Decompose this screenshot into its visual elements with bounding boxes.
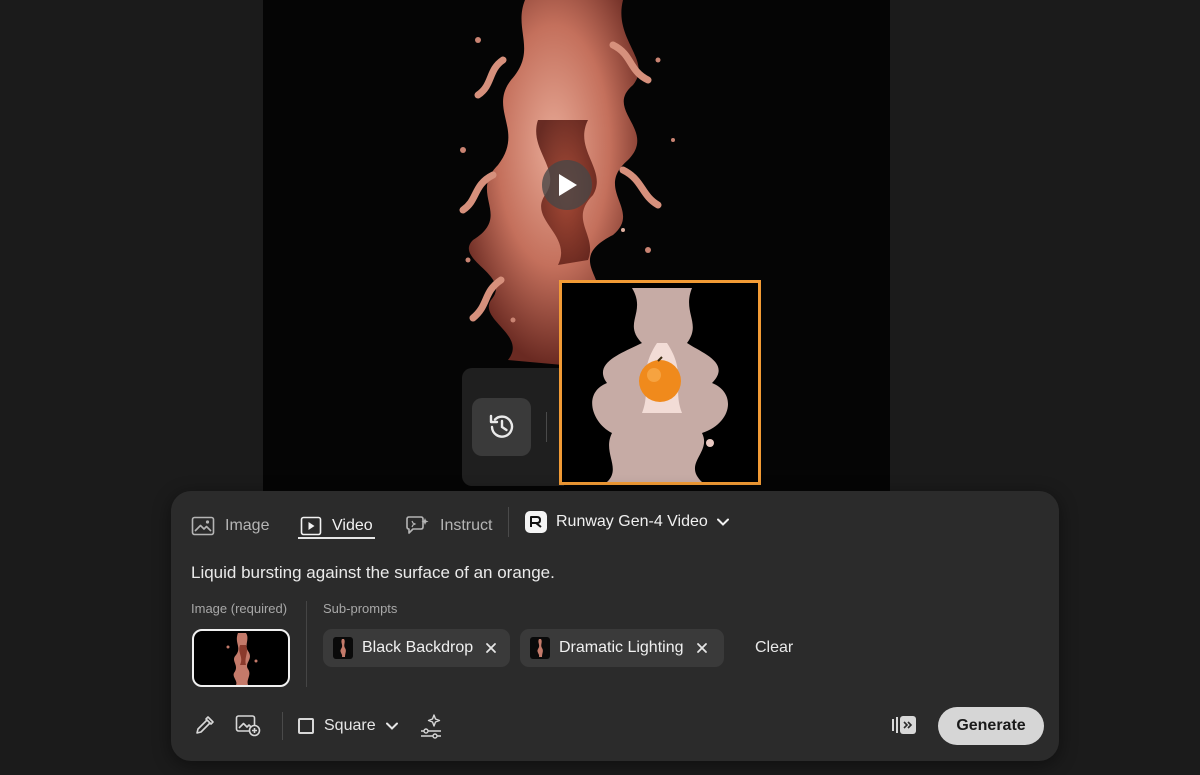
reference-image-thumbnail bbox=[226, 633, 258, 685]
reference-image-slot[interactable] bbox=[192, 629, 290, 687]
play-button[interactable] bbox=[542, 160, 592, 210]
close-icon bbox=[696, 643, 707, 653]
remove-subprompt-button[interactable] bbox=[485, 642, 497, 654]
square-aspect-icon bbox=[298, 718, 314, 734]
image-required-label: Image (required) bbox=[191, 601, 288, 616]
toolbar-divider bbox=[282, 712, 283, 740]
effects-button[interactable] bbox=[418, 713, 444, 739]
model-select[interactable]: Runway Gen-4 Video bbox=[525, 511, 729, 533]
eyedropper-button[interactable] bbox=[193, 713, 217, 737]
subprompt-chip[interactable]: Dramatic Lighting bbox=[520, 629, 724, 667]
play-icon bbox=[559, 174, 577, 196]
section-divider bbox=[306, 601, 307, 687]
orange-splash-thumbnail bbox=[592, 288, 729, 482]
tab-video-label: Video bbox=[332, 517, 373, 534]
aspect-ratio-select[interactable]: Square bbox=[298, 715, 398, 737]
add-image-button[interactable] bbox=[235, 713, 261, 737]
subprompt-chip-label: Black Backdrop bbox=[362, 639, 474, 656]
runway-logo-icon bbox=[525, 511, 547, 533]
sparkle-settings-icon bbox=[421, 714, 441, 739]
prompt-panel: Image Video Instruct Runway Gen-4 Video … bbox=[171, 491, 1059, 761]
video-icon bbox=[300, 516, 322, 536]
chevron-down-icon bbox=[385, 722, 398, 730]
tabs-divider bbox=[508, 507, 509, 537]
variations-button[interactable] bbox=[891, 713, 919, 737]
tab-image-label: Image bbox=[225, 517, 270, 534]
aspect-ratio-label: Square bbox=[324, 717, 376, 734]
image-icon bbox=[191, 516, 215, 536]
remove-subprompt-button[interactable] bbox=[696, 642, 708, 654]
active-tab-indicator bbox=[298, 537, 375, 539]
subprompts-label: Sub-prompts bbox=[323, 601, 398, 616]
eyedropper-icon bbox=[196, 716, 214, 734]
image-add-icon bbox=[235, 715, 261, 737]
chip-thumbnail bbox=[333, 637, 353, 659]
chevron-down-icon bbox=[716, 518, 729, 526]
model-select-label: Runway Gen-4 Video bbox=[556, 513, 708, 530]
tray-divider bbox=[546, 412, 547, 442]
clear-subprompts-button[interactable]: Clear bbox=[755, 639, 793, 657]
subprompt-chip-label: Dramatic Lighting bbox=[559, 639, 684, 656]
history-icon bbox=[489, 414, 513, 438]
subprompt-chip[interactable]: Black Backdrop bbox=[323, 629, 510, 667]
variations-icon bbox=[892, 716, 916, 734]
generate-button[interactable]: Generate bbox=[938, 707, 1044, 745]
tab-instruct[interactable]: Instruct bbox=[404, 511, 492, 541]
history-button[interactable] bbox=[472, 398, 531, 456]
instruct-icon bbox=[406, 516, 429, 534]
tab-image[interactable]: Image bbox=[191, 511, 269, 541]
close-icon bbox=[486, 643, 497, 653]
tab-instruct-label: Instruct bbox=[440, 517, 493, 534]
prompt-input[interactable]: Liquid bursting against the surface of a… bbox=[191, 563, 555, 583]
history-thumbnail-selected[interactable] bbox=[559, 280, 761, 485]
chip-thumbnail bbox=[530, 637, 550, 659]
